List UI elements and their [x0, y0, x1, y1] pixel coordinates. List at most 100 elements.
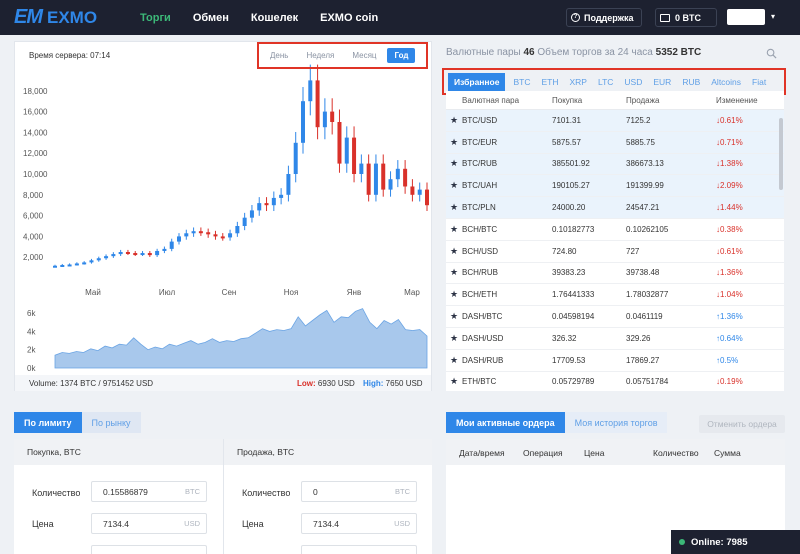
candle — [133, 253, 138, 256]
tab-active-orders[interactable]: Мои активные ордера — [446, 412, 565, 433]
candle — [257, 203, 262, 211]
period-year[interactable]: Год — [387, 48, 416, 63]
star-icon[interactable]: ★ — [446, 267, 462, 278]
star-icon[interactable]: ★ — [446, 180, 462, 191]
sell-price-unit: USD — [394, 519, 410, 528]
star-icon[interactable]: ★ — [446, 246, 462, 257]
sell-price-field[interactable]: 7134.4 USD — [301, 513, 417, 534]
period-month[interactable]: Месяц — [345, 48, 383, 63]
period-day[interactable]: День — [263, 48, 295, 63]
star-icon[interactable]: ★ — [446, 137, 462, 148]
pair-row[interactable]: ★ BTC/UAH 190105.27 191399.99 ↓2.09% — [446, 175, 784, 198]
pair-row[interactable]: ★ DASH/RUB 17709.53 17869.27 ↑0.5% — [446, 350, 784, 372]
low-value: 6930 USD — [317, 378, 355, 388]
tab-altcoins[interactable]: Altcoins — [711, 77, 741, 87]
tab-eur[interactable]: EUR — [653, 77, 671, 87]
col-price[interactable]: Цена — [584, 448, 604, 458]
pairs-scrollbar[interactable] — [779, 118, 783, 190]
col-pair[interactable]: Валютная пара — [462, 96, 552, 105]
sell-total-field[interactable] — [301, 545, 417, 554]
logo[interactable]: EM EXMO — [14, 6, 126, 29]
nav-exchange[interactable]: Обмен — [193, 12, 229, 24]
support-icon: ? — [571, 13, 580, 22]
period-week[interactable]: Неделя — [299, 48, 341, 63]
candle — [162, 248, 167, 251]
tab-limit[interactable]: По лимиту — [14, 412, 82, 433]
pair-row[interactable]: ★ BTC/USD 7101.31 7125.2 ↓0.61% — [446, 110, 784, 132]
pair-row[interactable]: ★ BTC/EUR 5875.57 5885.75 ↓0.71% — [446, 131, 784, 154]
candle — [213, 234, 218, 237]
col-sell[interactable]: Продажа — [626, 96, 716, 105]
pair-name: BCH/RUB — [462, 268, 499, 278]
support-label: Поддержка — [584, 12, 634, 23]
nav-wallet[interactable]: Кошелек — [251, 12, 298, 24]
nav-trading[interactable]: Торги — [140, 12, 171, 24]
pair-row[interactable]: ★ DASH/BTC 0.04598194 0.0461119 ↑1.36% — [446, 306, 784, 328]
pair-row[interactable]: ★ BCH/RUB 39383.23 39738.48 ↓1.36% — [446, 263, 784, 285]
wallet-balance-button[interactable]: 0 BTC — [655, 8, 717, 27]
tab-usd[interactable]: USD — [624, 77, 642, 87]
star-icon[interactable]: ★ — [446, 333, 462, 344]
cancel-orders-button[interactable]: Отменить ордера — [699, 415, 785, 433]
star-icon[interactable]: ★ — [446, 311, 462, 322]
star-icon[interactable]: ★ — [446, 289, 462, 300]
volume-text: Volume: 1374 BTC / 9751452 USD — [29, 378, 154, 388]
divider — [223, 439, 224, 554]
buy-total-field[interactable] — [91, 545, 207, 554]
tab-trade-history[interactable]: Моя история торгов — [564, 412, 668, 433]
pair-row[interactable]: ★ BCH/ETH 1.76441333 1.78032877 ↓1.04% — [446, 284, 784, 307]
candle — [96, 258, 101, 261]
pair-row[interactable]: ★ ETH/BTC 0.05729789 0.05751784 ↓0.19% — [446, 372, 784, 391]
star-icon[interactable]: ★ — [446, 202, 462, 213]
pair-row[interactable]: ★ DASH/USD 326.32 329.26 ↑0.64% — [446, 328, 784, 350]
buy-price-field[interactable]: 7134.4 USD — [91, 513, 207, 534]
candle — [352, 137, 357, 174]
pair-name: BCH/ETH — [462, 290, 498, 300]
buy-quantity-field[interactable]: 0.15586879 BTC — [91, 481, 207, 502]
chevron-down-icon[interactable]: ▾ — [771, 12, 775, 21]
candle — [228, 233, 233, 238]
pair-row[interactable]: ★ BCH/USD 724.80 727 ↓0.61% — [446, 241, 784, 263]
tab-favorites[interactable]: Избранное — [448, 72, 506, 91]
star-icon[interactable]: ★ — [446, 376, 462, 387]
col-quantity[interactable]: Количество — [653, 448, 699, 458]
col-change[interactable]: Изменение — [716, 96, 776, 105]
support-button[interactable]: ? Поддержка — [566, 8, 642, 27]
search-icon[interactable] — [766, 48, 777, 59]
pair-row[interactable]: ★ BTC/PLN 24000.20 24547.21 ↓1.44% — [446, 197, 784, 219]
col-sum[interactable]: Сумма — [714, 448, 741, 458]
pair-row[interactable]: ★ BCH/BTC 0.10182773 0.10262105 ↓0.38% — [446, 219, 784, 241]
change-value: ↓0.71% — [716, 138, 776, 147]
price-axis-tick: 18,000 — [23, 87, 48, 96]
sell-price: 329.26 — [626, 333, 651, 343]
time-axis-tick: Сен — [222, 288, 237, 297]
sell-price: 0.10262105 — [626, 224, 669, 234]
tab-fiat[interactable]: Fiat — [752, 77, 766, 87]
trade-form: Покупка, BTC Продажа, BTC Количество 0.1… — [14, 439, 432, 554]
tab-btc[interactable]: BTC — [513, 77, 530, 87]
star-icon[interactable]: ★ — [446, 355, 462, 366]
sell-quantity-field[interactable]: 0 BTC — [301, 481, 417, 502]
chart-panel: 18,000 16,000 14,000 12,000 10,000 8,000 6,000… — [14, 41, 432, 391]
col-buy[interactable]: Покупка — [552, 96, 626, 105]
star-icon[interactable]: ★ — [446, 224, 462, 235]
candle — [359, 163, 364, 174]
tab-rub[interactable]: RUB — [682, 77, 700, 87]
candle — [191, 231, 196, 234]
pair-name: DASH/RUB — [462, 355, 504, 365]
pairs-summary: Валютные пары 46 Объем торгов за 24 часа… — [446, 47, 701, 58]
nav-exmo-coin[interactable]: EXMO coin — [320, 12, 378, 24]
tab-ltc[interactable]: LTC — [598, 77, 613, 87]
tab-xrp[interactable]: XRP — [569, 77, 586, 87]
tab-market[interactable]: По рынку — [81, 412, 141, 433]
tab-eth[interactable]: ETH — [541, 77, 558, 87]
price-axis-tick: 4,000 — [23, 232, 44, 241]
user-menu[interactable] — [727, 9, 765, 25]
col-operation[interactable]: Операция — [523, 448, 563, 458]
star-icon[interactable]: ★ — [446, 115, 462, 126]
pair-name: BTC/USD — [462, 115, 498, 125]
col-datetime[interactable]: Дата/время — [459, 448, 505, 458]
star-icon[interactable]: ★ — [446, 158, 462, 169]
pair-row[interactable]: ★ BTC/RUB 385501.92 386673.13 ↓1.38% — [446, 153, 784, 176]
sell-price: 386673.13 — [626, 159, 664, 169]
